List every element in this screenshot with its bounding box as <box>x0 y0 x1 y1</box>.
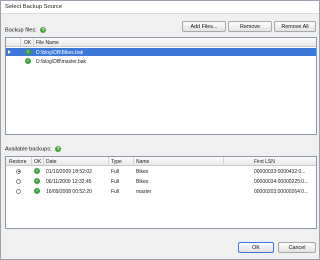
check-circle-icon: ✓ <box>25 49 31 55</box>
first-lsn-cell: 00000034:00000225:0... <box>254 178 309 185</box>
name-cell: Bikes <box>136 168 149 175</box>
backup-files-grid-header: OK File Name <box>6 38 316 47</box>
restore-radio[interactable] <box>16 168 21 174</box>
remove-all-button[interactable]: Remove All <box>274 21 316 32</box>
restore-radio[interactable] <box>16 178 21 184</box>
check-circle-icon: ✓ <box>25 58 31 64</box>
backup-set-row[interactable]: ✓ 16/09/2008 00:52:20 Full master 000002… <box>6 187 316 195</box>
column-type[interactable]: Type <box>111 159 122 165</box>
title-bar: Select Backup Source <box>1 1 319 14</box>
cancel-button[interactable]: Cancel <box>278 242 316 253</box>
file-name-cell: D:\blog\DB\Bikes.bak <box>36 49 84 56</box>
ok-button[interactable]: OK <box>238 242 274 253</box>
current-row-marker-icon <box>8 49 11 54</box>
remove-button[interactable]: Remove <box>228 21 272 32</box>
date-cell: 06/11/2009 12:32:45 <box>46 178 92 185</box>
available-backups-grid-header: Restore OK Date Type Name First LSN <box>6 157 316 166</box>
column-name[interactable]: Name <box>136 159 149 165</box>
column-file-name[interactable]: File Name <box>36 40 59 46</box>
column-date[interactable]: Date <box>46 159 57 165</box>
backup-file-row[interactable]: ✓ D:\blog\DB\master.bak <box>6 57 316 65</box>
add-files-button[interactable]: Add Files... <box>182 21 226 32</box>
check-circle-icon: ✓ <box>34 168 40 174</box>
column-first-lsn[interactable]: First LSN <box>254 159 275 165</box>
column-ok[interactable]: OK <box>34 159 41 165</box>
type-cell: Full <box>111 168 120 175</box>
first-lsn-cell: 00000203:00000264:0... <box>254 188 309 195</box>
available-backups-label-group: Available backups: ? <box>5 146 62 153</box>
backup-files-label-group: Backup files: ? <box>5 27 47 34</box>
help-icon[interactable]: ? <box>55 146 62 152</box>
backup-files-grid[interactable]: OK File Name ✓ D:\blog\DB\Bikes.bak ✓ D:… <box>5 37 317 135</box>
type-cell: Full <box>111 188 120 195</box>
select-backup-source-dialog: Select Backup Source Backup files: ? Add… <box>0 0 320 260</box>
help-icon[interactable]: ? <box>40 27 47 33</box>
first-lsn-cell: 00000033:0000432:0... <box>254 168 306 175</box>
available-backups-grid[interactable]: Restore OK Date Type Name First LSN ✓ 01… <box>5 156 317 229</box>
check-circle-icon: ✓ <box>34 188 40 194</box>
type-cell: Full <box>111 178 120 185</box>
dialog-title: Select Backup Source <box>5 4 63 10</box>
restore-radio[interactable] <box>16 188 21 194</box>
file-name-cell: D:\blog\DB\master.bak <box>36 58 87 65</box>
available-backups-label: Available backups: <box>5 146 52 153</box>
date-cell: 16/09/2008 00:52:20 <box>46 188 92 195</box>
backup-files-label: Backup files: <box>5 27 37 34</box>
name-cell: master <box>136 188 152 195</box>
column-ok[interactable]: OK <box>24 40 31 46</box>
column-restore[interactable]: Restore <box>9 159 27 165</box>
backup-file-row[interactable]: ✓ D:\blog\DB\Bikes.bak <box>6 48 316 56</box>
date-cell: 01/10/2009 18:52:02 <box>46 168 92 175</box>
backup-set-row[interactable]: ✓ 06/11/2009 12:32:45 Full Bikes 0000003… <box>6 177 316 185</box>
backup-set-row[interactable]: ✓ 01/10/2009 18:52:02 Full Bikes 0000003… <box>6 167 316 175</box>
check-circle-icon: ✓ <box>34 178 40 184</box>
name-cell: Bikes <box>136 178 149 185</box>
